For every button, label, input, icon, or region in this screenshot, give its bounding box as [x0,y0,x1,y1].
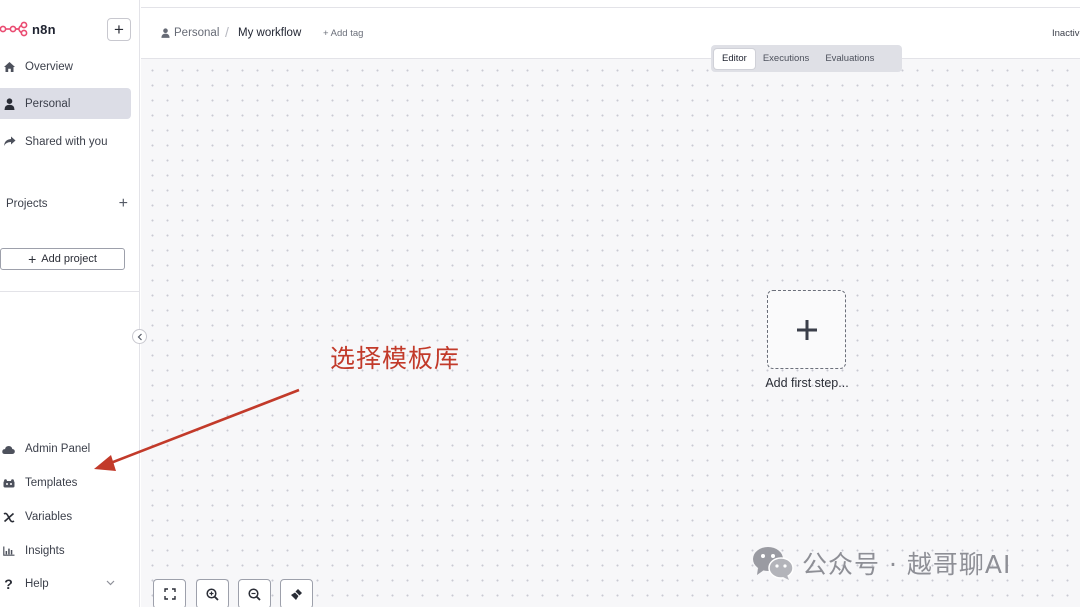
chevron-down-icon [106,577,115,589]
tidy-up-button[interactable] [280,579,313,607]
plus-icon: + [114,20,124,39]
add-project-plus-icon[interactable]: + [119,196,128,212]
broom-icon [291,588,302,600]
sidebar-item-label: Shared with you [25,135,108,148]
sidebar: n8n + Overview Personal Shared with you … [0,0,140,607]
add-project-button[interactable]: + Add project [0,248,125,270]
workflow-name[interactable]: My workflow [238,27,301,39]
zoom-to-fit-button[interactable] [153,579,186,607]
wechat-icon [753,547,794,580]
sidebar-item-personal[interactable]: Personal [0,88,131,119]
templates-icon [2,477,15,490]
help-icon: ? [4,576,13,592]
zoom-out-icon [248,587,261,601]
watermark-text: 公众号 · 越哥聊AI [802,550,1012,579]
plus-icon: + [28,251,37,267]
app-logo[interactable]: n8n [0,16,56,42]
home-icon [2,60,16,74]
sidebar-item-label: Overview [25,60,73,73]
breadcrumb-project-label: Personal [174,27,220,39]
plus-icon [796,319,817,340]
workflow-header: Personal / My workflow + Add tag Inactiv… [141,8,1080,59]
sidebar-item-admin-panel[interactable]: Admin Panel [2,439,127,459]
sidebar-item-help[interactable]: ? Help [2,574,127,594]
sidebar-item-templates[interactable]: Templates [2,473,127,493]
add-first-step-label: Add first step... [765,376,849,390]
view-tabs: Editor Executions Evaluations [711,45,902,72]
sidebar-item-overview[interactable]: Overview [0,51,131,82]
add-first-step-button[interactable] [767,290,846,369]
insights-icon [2,545,15,558]
tutorial-annotation: 选择模板库 [330,344,461,373]
sidebar-divider [0,291,140,292]
add-project-label: Add project [41,253,97,265]
user-icon [161,28,170,38]
breadcrumb-project[interactable]: Personal [161,27,219,39]
fit-view-icon [163,588,176,600]
sidebar-item-label: Variables [25,511,73,523]
tab-editor[interactable]: Editor [714,48,755,69]
zoom-in-icon [206,587,219,601]
watermark: 公众号 · 越哥聊AI [752,545,1011,581]
tab-evaluations[interactable]: Evaluations [817,49,882,69]
share-icon [2,135,16,149]
projects-section-header: Projects + [6,196,128,212]
sidebar-item-label: Templates [25,477,78,489]
sidebar-item-label: Insights [25,545,65,557]
add-tag-button[interactable]: + Add tag [323,28,363,39]
n8n-logo-icon [0,21,28,37]
user-icon [2,97,16,111]
workflow-status[interactable]: Inactive [1052,28,1080,39]
create-new-button[interactable]: + [107,18,131,41]
sidebar-item-label: Help [25,578,49,590]
tab-executions[interactable]: Executions [755,49,817,69]
workflow-canvas[interactable] [141,59,1080,607]
sidebar-item-shared[interactable]: Shared with you [0,126,131,157]
sidebar-item-insights[interactable]: Insights [2,541,127,561]
collapse-sidebar-button[interactable] [132,329,147,344]
chevron-left-icon [137,333,142,340]
app-name: n8n [32,21,56,37]
cloud-icon [2,443,15,456]
zoom-out-button[interactable] [238,579,271,607]
sidebar-item-label: Admin Panel [25,443,91,455]
sidebar-item-label: Personal [25,97,71,110]
zoom-in-button[interactable] [196,579,229,607]
variables-icon [2,511,15,524]
sidebar-item-variables[interactable]: Variables [2,507,127,527]
projects-label: Projects [6,198,48,210]
breadcrumb-separator: / [225,24,229,40]
